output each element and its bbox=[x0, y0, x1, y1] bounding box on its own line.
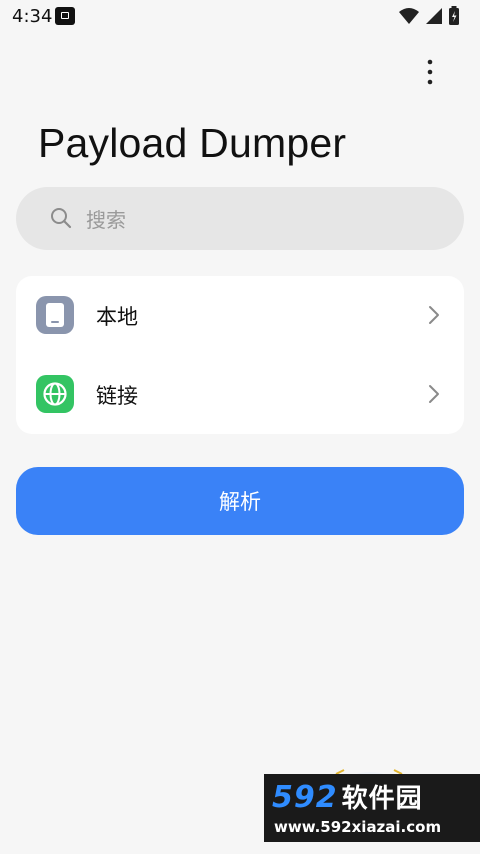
more-vert-icon bbox=[427, 59, 433, 85]
wifi-icon bbox=[399, 8, 419, 24]
search-icon bbox=[51, 208, 72, 229]
more-options-button[interactable] bbox=[414, 56, 446, 88]
watermark-brand: 592 软件园 bbox=[272, 778, 423, 815]
watermark-number: 592 bbox=[272, 780, 338, 815]
phone-icon bbox=[36, 296, 74, 334]
source-card: 本地 链接 bbox=[16, 276, 464, 434]
search-bar[interactable] bbox=[16, 187, 464, 250]
signal-icon bbox=[426, 8, 442, 24]
watermark-logo: 592 软件园 www.592xiazai.com bbox=[264, 774, 480, 842]
watermark-url: www.592xiazai.com bbox=[274, 818, 442, 836]
watermark-text: 软件园 bbox=[341, 784, 423, 814]
chevron-right-icon bbox=[429, 306, 439, 324]
source-item-label: 链接 bbox=[96, 384, 138, 408]
page-title: Payload Dumper bbox=[38, 120, 347, 166]
status-icons bbox=[398, 6, 468, 26]
source-item-link[interactable]: 链接 bbox=[16, 355, 464, 434]
app-screen: 4:34 Payload Dumper 搜索 本地 链接 解析 592 软件园 … bbox=[0, 0, 480, 854]
battery-icon bbox=[449, 6, 459, 25]
search-input[interactable] bbox=[84, 201, 428, 239]
globe-icon bbox=[36, 375, 74, 413]
status-bar: 4:34 bbox=[0, 0, 480, 34]
source-item-local[interactable]: 本地 bbox=[16, 276, 464, 355]
parse-button[interactable]: 解析 bbox=[16, 467, 464, 535]
source-item-label: 本地 bbox=[96, 305, 138, 329]
status-time: 4:34 bbox=[12, 6, 53, 27]
notification-icon bbox=[55, 7, 75, 25]
chevron-right-icon bbox=[429, 385, 439, 403]
